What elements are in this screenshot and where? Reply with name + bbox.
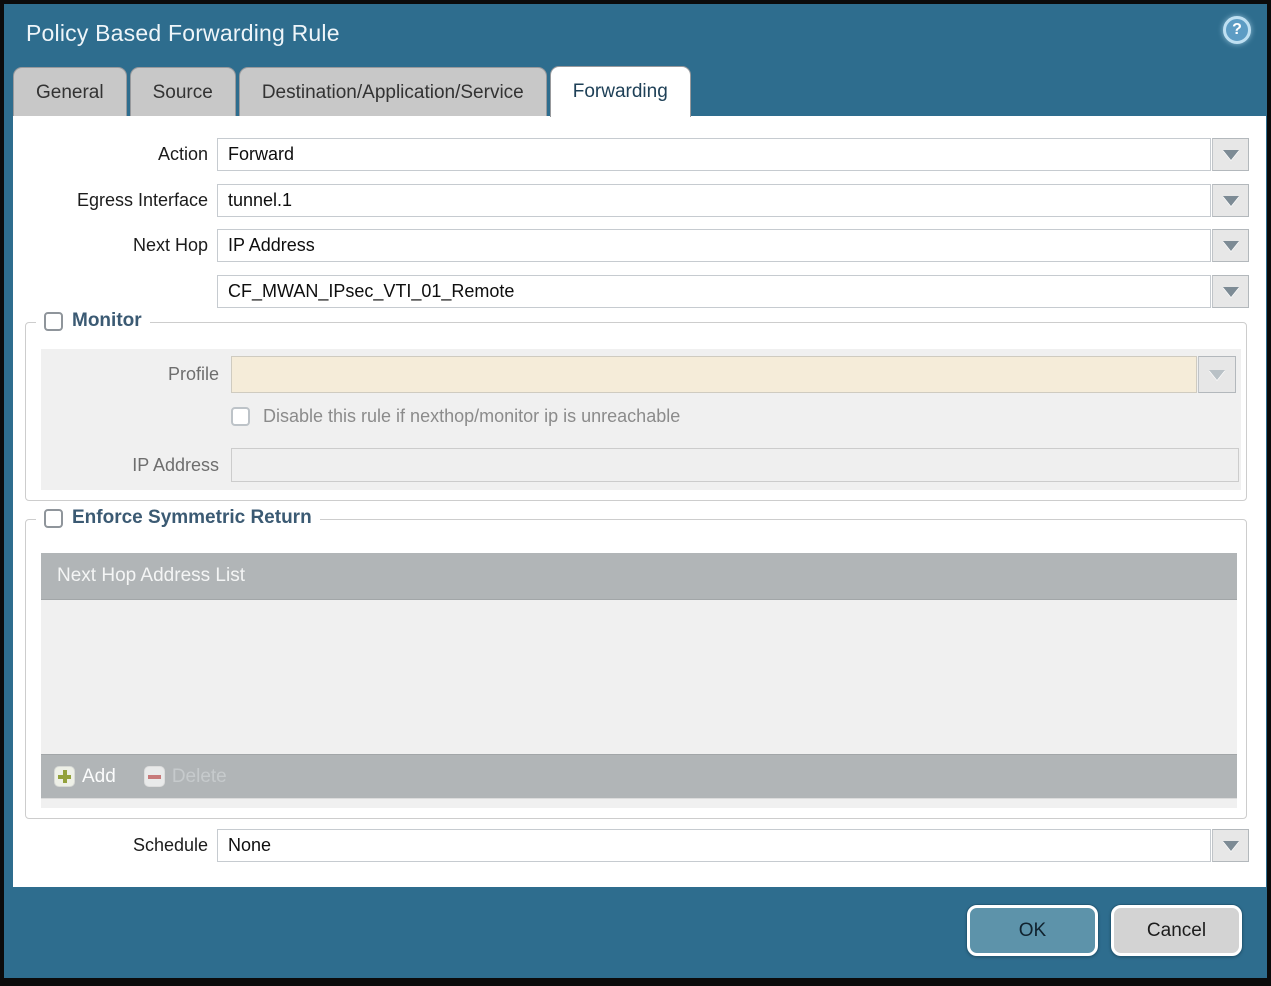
forwarding-tab-panel: Action Forward Egress Interface tunnel.1… bbox=[13, 116, 1266, 887]
chevron-down-icon bbox=[1222, 240, 1239, 251]
dialog-footer: OK Cancel bbox=[4, 883, 1267, 978]
action-row: Action Forward bbox=[13, 138, 1249, 171]
egress-interface-select[interactable]: tunnel.1 bbox=[217, 184, 1211, 217]
schedule-row: Schedule None bbox=[13, 829, 1249, 862]
monitor-ip-address-row: IP Address bbox=[41, 448, 1239, 482]
monitor-checkbox[interactable] bbox=[44, 311, 63, 331]
horizontal-scrollbar-track[interactable] bbox=[41, 798, 1237, 808]
delete-button-label: Delete bbox=[171, 765, 227, 787]
disable-rule-checkbox[interactable] bbox=[231, 407, 250, 426]
next-hop-address-list-header: Next Hop Address List bbox=[41, 553, 1237, 600]
chevron-down-icon bbox=[1209, 369, 1225, 380]
monitor-ip-address-input[interactable] bbox=[231, 448, 1239, 482]
disable-rule-row: Disable this rule if nexthop/monitor ip … bbox=[231, 406, 680, 427]
add-button-label: Add bbox=[82, 765, 116, 787]
profile-dropdown-button[interactable] bbox=[1198, 356, 1236, 393]
next-hop-dropdown-button[interactable] bbox=[1212, 229, 1249, 262]
monitor-legend: Monitor bbox=[36, 310, 150, 332]
monitor-title: Monitor bbox=[72, 310, 142, 331]
policy-based-forwarding-dialog: Policy Based Forwarding Rule ? General S… bbox=[4, 4, 1267, 978]
profile-select[interactable] bbox=[231, 356, 1197, 393]
add-button[interactable]: Add bbox=[54, 766, 116, 788]
action-dropdown-button[interactable] bbox=[1212, 138, 1249, 171]
schedule-select[interactable]: None bbox=[217, 829, 1211, 862]
enforce-symmetric-return-legend: Enforce Symmetric Return bbox=[36, 507, 320, 529]
action-label: Action bbox=[157, 144, 208, 164]
delete-button[interactable]: Delete bbox=[143, 765, 227, 788]
help-icon[interactable]: ? bbox=[1223, 16, 1251, 44]
chevron-down-icon bbox=[1222, 840, 1239, 851]
dialog-titlebar: Policy Based Forwarding Rule bbox=[4, 4, 1267, 62]
next-hop-label: Next Hop bbox=[132, 235, 208, 255]
minus-icon bbox=[143, 766, 165, 787]
tab-bar: General Source Destination/Application/S… bbox=[13, 66, 691, 117]
chevron-down-icon bbox=[1222, 149, 1239, 160]
tab-forwarding[interactable]: Forwarding bbox=[549, 66, 691, 117]
action-select[interactable]: Forward bbox=[217, 138, 1211, 171]
next-hop-address-list-toolbar: Add Delete bbox=[41, 754, 1237, 798]
next-hop-address-list-body[interactable] bbox=[41, 600, 1237, 754]
next-hop-address-select[interactable]: CF_MWAN_IPsec_VTI_01_Remote bbox=[217, 275, 1211, 308]
tab-general[interactable]: General bbox=[13, 67, 127, 117]
next-hop-address-list-header-label: Next Hop Address List bbox=[57, 565, 245, 586]
tab-source[interactable]: Source bbox=[129, 67, 236, 117]
cancel-button[interactable]: Cancel bbox=[1111, 905, 1242, 956]
dialog-title: Policy Based Forwarding Rule bbox=[26, 19, 340, 46]
monitor-panel: Profile Disable this rule if nexthop/mon… bbox=[41, 349, 1241, 490]
egress-interface-row: Egress Interface tunnel.1 bbox=[13, 184, 1249, 217]
chevron-down-icon bbox=[1222, 286, 1239, 297]
monitor-ip-address-label: IP Address bbox=[132, 454, 219, 475]
schedule-label: Schedule bbox=[132, 835, 208, 855]
help-glyph: ? bbox=[1232, 21, 1242, 38]
plus-icon bbox=[54, 766, 75, 787]
next-hop-type-select[interactable]: IP Address bbox=[217, 229, 1211, 262]
egress-interface-label: Egress Interface bbox=[76, 190, 208, 210]
ok-button[interactable]: OK bbox=[967, 905, 1098, 956]
next-hop-address-table: Next Hop Address List Add Delete bbox=[41, 553, 1237, 808]
profile-label: Profile bbox=[167, 364, 219, 384]
enforce-symmetric-return-section: Enforce Symmetric Return Next Hop Addres… bbox=[25, 507, 1247, 819]
next-hop-row: Next Hop IP Address bbox=[13, 229, 1249, 262]
enforce-symmetric-return-title: Enforce Symmetric Return bbox=[72, 507, 312, 528]
next-hop-address-row: CF_MWAN_IPsec_VTI_01_Remote bbox=[13, 275, 1249, 308]
enforce-symmetric-return-checkbox[interactable] bbox=[44, 508, 63, 528]
tab-destination-application-service[interactable]: Destination/Application/Service bbox=[238, 67, 547, 117]
disable-rule-label: Disable this rule if nexthop/monitor ip … bbox=[263, 406, 681, 426]
monitor-section: Monitor Profile Disable this rule if nex… bbox=[25, 310, 1247, 501]
schedule-dropdown-button[interactable] bbox=[1212, 829, 1249, 862]
chevron-down-icon bbox=[1222, 195, 1239, 206]
egress-interface-dropdown-button[interactable] bbox=[1212, 184, 1249, 217]
profile-row: Profile bbox=[41, 356, 1236, 393]
next-hop-address-dropdown-button[interactable] bbox=[1212, 275, 1249, 308]
